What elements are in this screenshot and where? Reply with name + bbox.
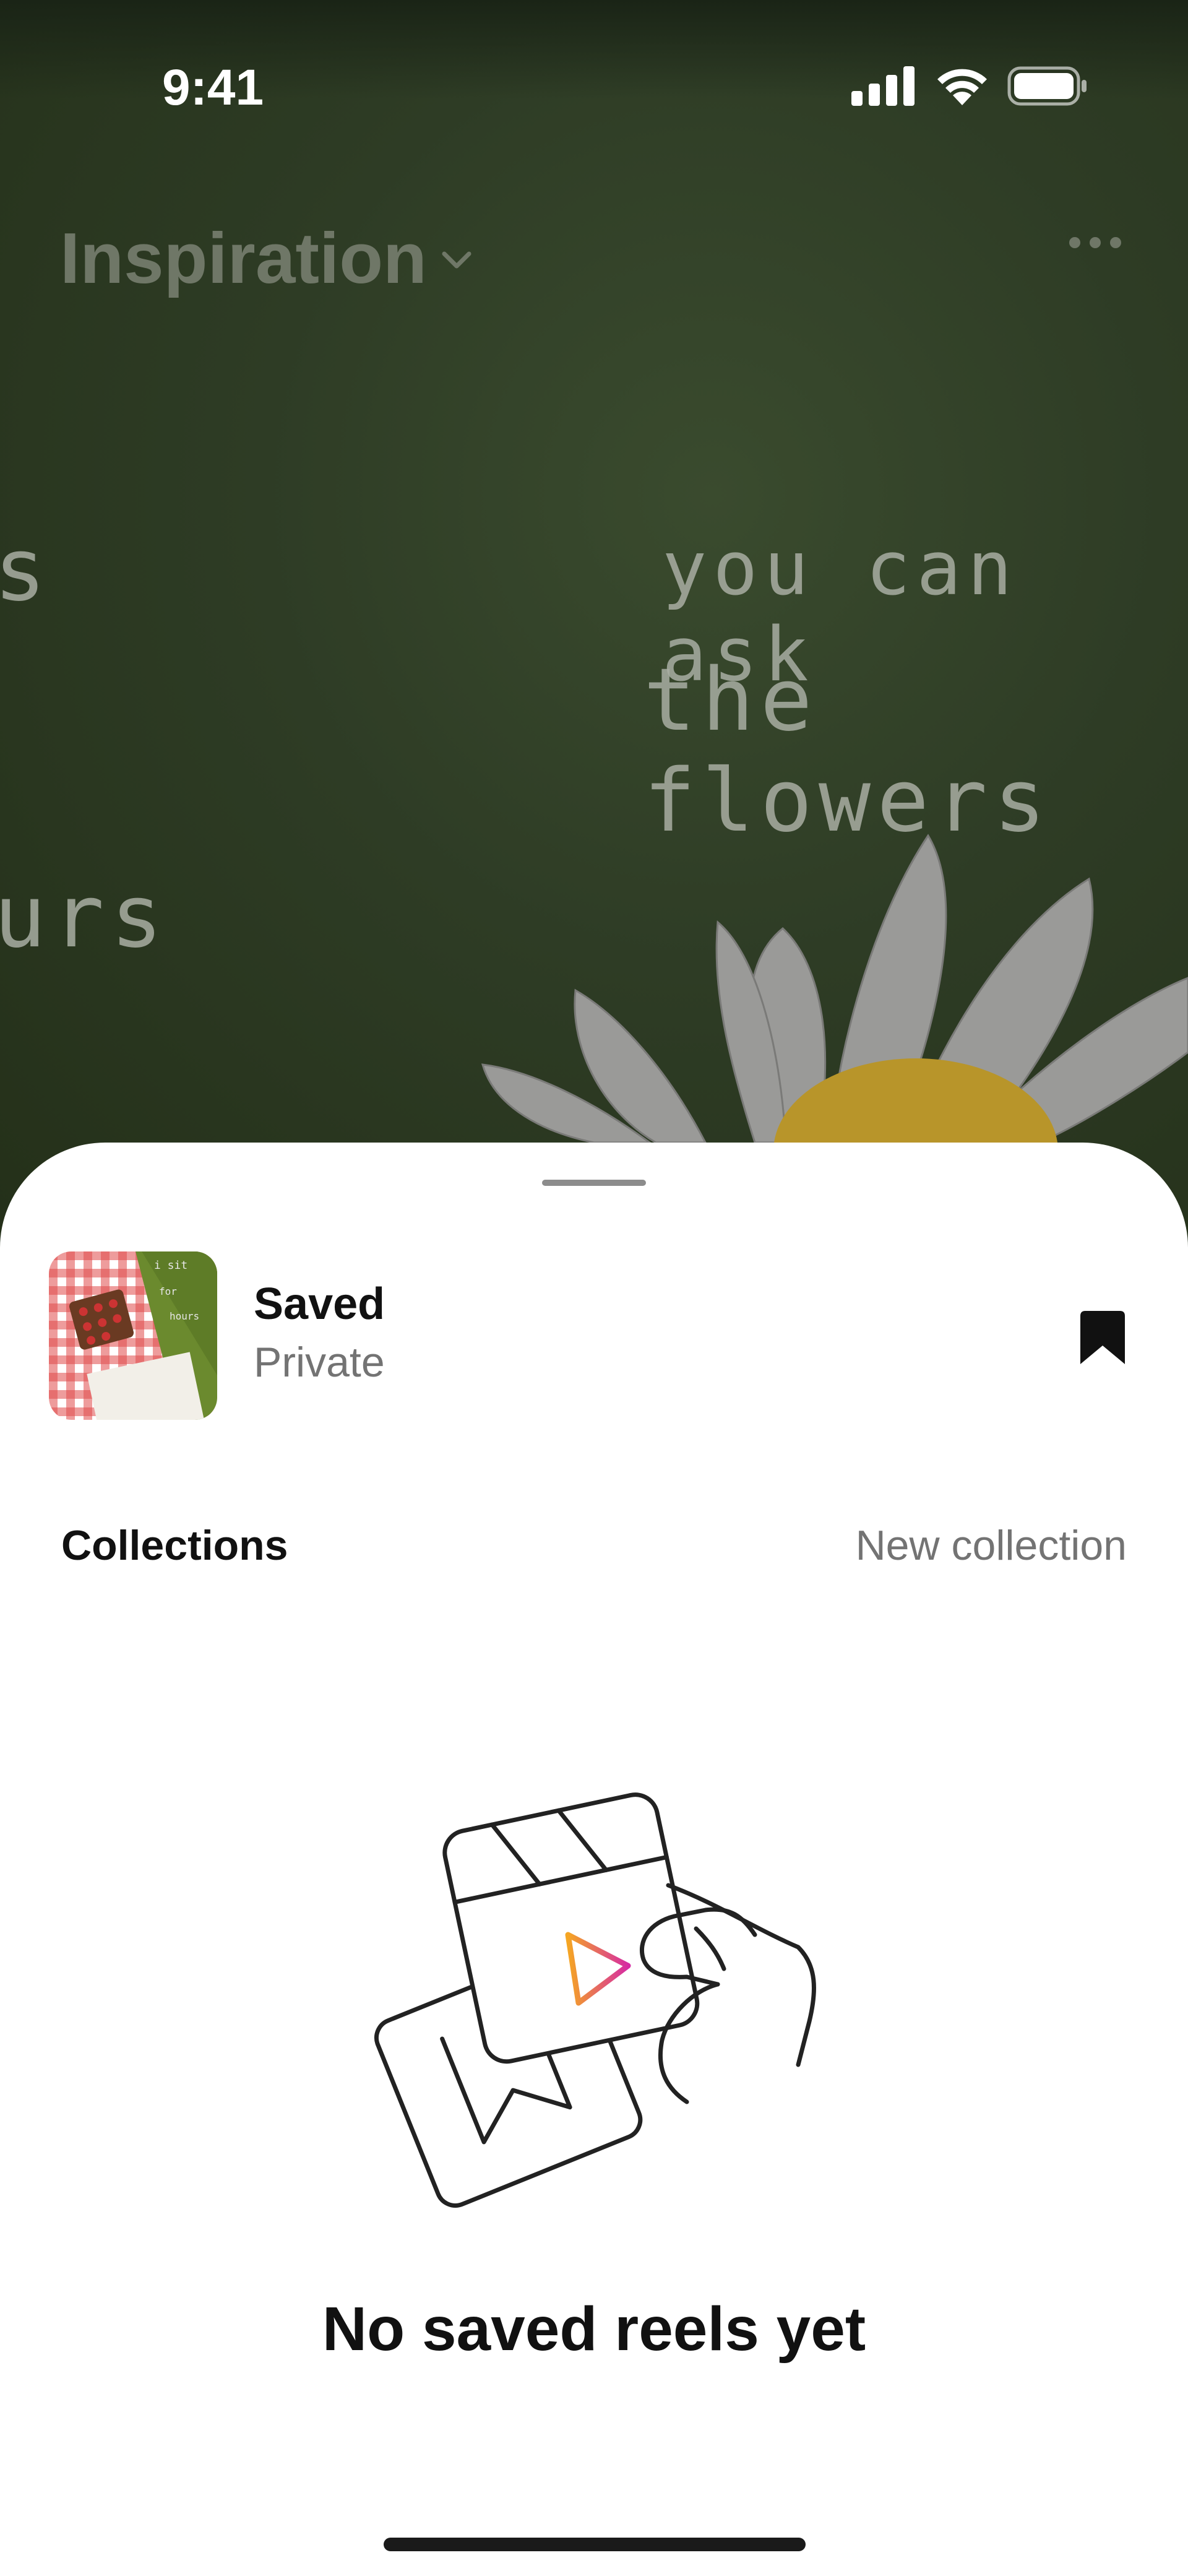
- collections-heading: Collections: [61, 1522, 288, 1569]
- chevron-down-icon: [442, 251, 471, 269]
- sheet-grabber[interactable]: [542, 1180, 646, 1186]
- reel-background: you can ask the flowers urs s: [0, 0, 1188, 1238]
- thumb-text-1: i sit: [154, 1259, 187, 1272]
- signal-icon: [851, 66, 915, 106]
- status-bar: 9:41: [0, 0, 1188, 173]
- thumb-text-2: for: [159, 1286, 177, 1297]
- battery-icon: [1007, 66, 1087, 106]
- header-title[interactable]: Inspiration: [60, 217, 473, 300]
- saved-thumbnail[interactable]: i sit for hours: [49, 1251, 217, 1420]
- picnic-thumbnail-image: i sit for hours: [49, 1251, 217, 1420]
- saved-title[interactable]: Saved: [254, 1279, 385, 1329]
- status-time: 9:41: [162, 59, 264, 116]
- wifi-icon: [937, 69, 987, 105]
- empty-state-message: No saved reels yet: [322, 2294, 866, 2364]
- home-indicator[interactable]: [384, 2538, 806, 2551]
- thumb-text-3: hours: [170, 1310, 199, 1322]
- header-title-text: Inspiration: [60, 218, 427, 298]
- bookmark-icon[interactable]: [1077, 1310, 1129, 1367]
- daisy-flower: [481, 834, 1188, 1238]
- saved-privacy: Private: [254, 1339, 385, 1386]
- new-collection-button[interactable]: New collection: [856, 1521, 1127, 1570]
- more-icon[interactable]: [1067, 235, 1123, 250]
- reels-illustration: [374, 1792, 816, 2208]
- saved-bottom-sheet: i sit for hours Saved Private Collection…: [0, 1143, 1188, 2576]
